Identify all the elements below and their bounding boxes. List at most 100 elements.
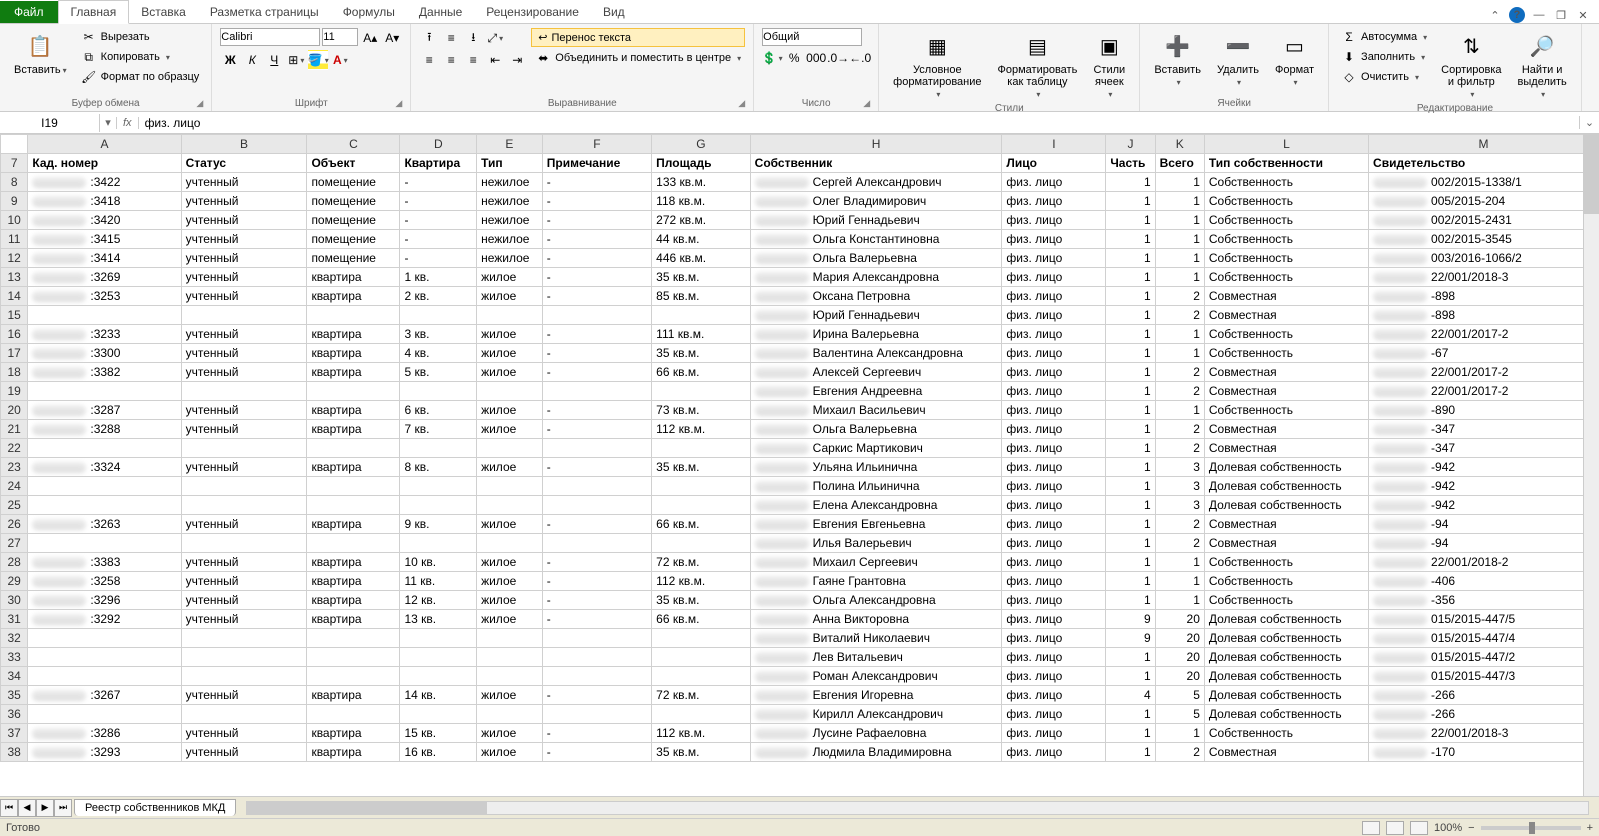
cell-I37[interactable]: физ. лицо (1002, 724, 1106, 743)
cell-K16[interactable]: 1 (1155, 325, 1204, 344)
cell-H8[interactable]: Сергей Александрович (750, 173, 1002, 192)
wrap-text-button[interactable]: ↩Перенос текста (531, 28, 745, 47)
cell-D33[interactable] (400, 648, 477, 667)
cell-A30[interactable]: :3296 (28, 591, 181, 610)
cell-D9[interactable]: - (400, 192, 477, 211)
cell-J13[interactable]: 1 (1106, 268, 1155, 287)
row-header[interactable]: 37 (1, 724, 28, 743)
cell-B31[interactable]: учтенный (181, 610, 307, 629)
cell-B26[interactable]: учтенный (181, 515, 307, 534)
cell-L35[interactable]: Долевая собственность (1204, 686, 1368, 705)
formula-input[interactable]: физ. лицо (139, 114, 1579, 132)
underline-button[interactable]: Ч (264, 50, 284, 70)
cell-M13[interactable]: 22/001/2018-3 (1369, 268, 1599, 287)
cell-L31[interactable]: Долевая собственность (1204, 610, 1368, 629)
cell-M19[interactable]: 22/001/2017-2 (1369, 382, 1599, 401)
cell-K32[interactable]: 20 (1155, 629, 1204, 648)
cell-G21[interactable]: 112 кв.м. (652, 420, 751, 439)
row-header[interactable]: 9 (1, 192, 28, 211)
cell-F32[interactable] (542, 629, 651, 648)
align-left-button[interactable]: ≡ (419, 50, 439, 70)
cell-G38[interactable]: 35 кв.м. (652, 743, 751, 762)
cell-E36[interactable] (477, 705, 543, 724)
zoom-in-button[interactable]: + (1587, 822, 1593, 834)
cell-E12[interactable]: нежилое (477, 249, 543, 268)
cell-G17[interactable]: 35 кв.м. (652, 344, 751, 363)
cell-M31[interactable]: 015/2015-447/5 (1369, 610, 1599, 629)
cell-H25[interactable]: Елена Александровна (750, 496, 1002, 515)
row-header[interactable]: 30 (1, 591, 28, 610)
cell-A27[interactable] (28, 534, 181, 553)
cell-E21[interactable]: жилое (477, 420, 543, 439)
restore-icon[interactable]: ❐ (1553, 7, 1569, 23)
cell-C16[interactable]: квартира (307, 325, 400, 344)
cell-K26[interactable]: 2 (1155, 515, 1204, 534)
cell-J31[interactable]: 9 (1106, 610, 1155, 629)
cell-B37[interactable]: учтенный (181, 724, 307, 743)
cell-F11[interactable]: - (542, 230, 651, 249)
cell-C14[interactable]: квартира (307, 287, 400, 306)
cell-C17[interactable]: квартира (307, 344, 400, 363)
cell-G14[interactable]: 85 кв.м. (652, 287, 751, 306)
cell-K36[interactable]: 5 (1155, 705, 1204, 724)
vertical-scrollbar[interactable] (1583, 134, 1599, 796)
cell-D26[interactable]: 9 кв. (400, 515, 477, 534)
cell-F34[interactable] (542, 667, 651, 686)
cell-E27[interactable] (477, 534, 543, 553)
cell-F28[interactable]: - (542, 553, 651, 572)
cell-L34[interactable]: Долевая собственность (1204, 667, 1368, 686)
cell-C38[interactable]: квартира (307, 743, 400, 762)
cell-G10[interactable]: 272 кв.м. (652, 211, 751, 230)
cell-G27[interactable] (652, 534, 751, 553)
cell-G23[interactable]: 35 кв.м. (652, 458, 751, 477)
cell-B38[interactable]: учтенный (181, 743, 307, 762)
increase-font-icon[interactable]: A▴ (360, 28, 380, 48)
cell-M32[interactable]: 015/2015-447/4 (1369, 629, 1599, 648)
cell-A38[interactable]: :3293 (28, 743, 181, 762)
cell-L16[interactable]: Собственность (1204, 325, 1368, 344)
cell-I28[interactable]: физ. лицо (1002, 553, 1106, 572)
cell-E26[interactable]: жилое (477, 515, 543, 534)
cell-F12[interactable]: - (542, 249, 651, 268)
cell-I8[interactable]: физ. лицо (1002, 173, 1106, 192)
header-cell-C[interactable]: Объект (307, 154, 400, 173)
format-as-table-button[interactable]: ▤Форматировать как таблицу (992, 28, 1084, 101)
column-header-F[interactable]: F (542, 135, 651, 154)
cell-G18[interactable]: 66 кв.м. (652, 363, 751, 382)
cell-F24[interactable] (542, 477, 651, 496)
cell-F26[interactable]: - (542, 515, 651, 534)
cell-D15[interactable] (400, 306, 477, 325)
cell-D29[interactable]: 11 кв. (400, 572, 477, 591)
cell-A23[interactable]: :3324 (28, 458, 181, 477)
cell-J17[interactable]: 1 (1106, 344, 1155, 363)
cell-C23[interactable]: квартира (307, 458, 400, 477)
cell-M22[interactable]: -347 (1369, 439, 1599, 458)
row-header[interactable]: 14 (1, 287, 28, 306)
cell-F22[interactable] (542, 439, 651, 458)
row-header[interactable]: 16 (1, 325, 28, 344)
row-header[interactable]: 32 (1, 629, 28, 648)
cell-E33[interactable] (477, 648, 543, 667)
cell-L27[interactable]: Совместная (1204, 534, 1368, 553)
cell-I32[interactable]: физ. лицо (1002, 629, 1106, 648)
cell-J21[interactable]: 1 (1106, 420, 1155, 439)
cell-D20[interactable]: 6 кв. (400, 401, 477, 420)
cell-H24[interactable]: Полина Ильинична (750, 477, 1002, 496)
cell-C32[interactable] (307, 629, 400, 648)
cell-K29[interactable]: 1 (1155, 572, 1204, 591)
cell-G29[interactable]: 112 кв.м. (652, 572, 751, 591)
cell-L30[interactable]: Собственность (1204, 591, 1368, 610)
cell-F33[interactable] (542, 648, 651, 667)
column-header-D[interactable]: D (400, 135, 477, 154)
cell-C36[interactable] (307, 705, 400, 724)
cell-F18[interactable]: - (542, 363, 651, 382)
cell-I18[interactable]: физ. лицо (1002, 363, 1106, 382)
row-header[interactable]: 24 (1, 477, 28, 496)
minimize-icon[interactable]: — (1531, 7, 1547, 23)
cell-F14[interactable]: - (542, 287, 651, 306)
cell-A16[interactable]: :3233 (28, 325, 181, 344)
cell-E9[interactable]: нежилое (477, 192, 543, 211)
cell-C19[interactable] (307, 382, 400, 401)
cell-D23[interactable]: 8 кв. (400, 458, 477, 477)
cell-H26[interactable]: Евгения Евгеньевна (750, 515, 1002, 534)
